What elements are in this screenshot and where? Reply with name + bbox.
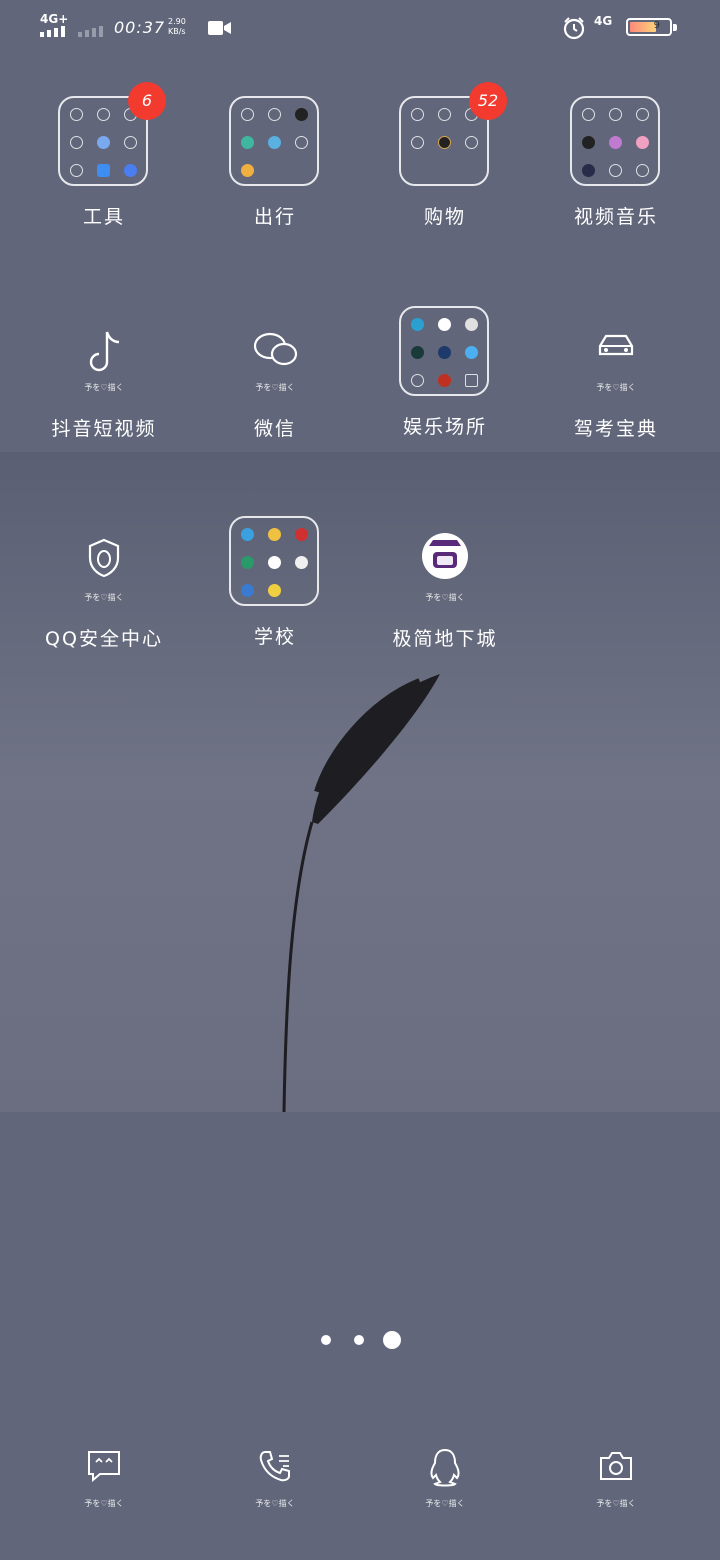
app-sub-label: 予を♡描く [425,593,465,602]
phone-icon [259,1451,290,1482]
video-recording-icon [208,21,231,35]
dock-camera[interactable]: 予を♡描く [531,1448,701,1518]
tiktok-note-icon [89,331,120,372]
notification-badge: 52 [469,82,507,120]
network-type-right: 4G [594,14,613,28]
folder-frame [399,306,489,396]
folder-frame: 52 [399,82,507,186]
alarm-icon [563,17,585,40]
folder-frame [229,96,319,186]
network-speed-unit: KB/s [168,27,186,36]
notification-badge: 6 [128,82,166,120]
folder-tools[interactable]: 6 工具 [19,82,189,256]
folder-shopping[interactable]: 52 购物 [360,82,530,256]
status-bar: 4G+ 00:37 2.90 KB/s 4G 9 [0,0,720,56]
page-dot-active[interactable] [383,1331,401,1349]
dock-sub-label: 予を♡描く [596,1499,636,1508]
dungeon-avatar-icon [422,533,468,579]
folder-frame [570,96,660,186]
battery-level: 9 [653,20,660,31]
dock-sub-label: 予を♡描く [255,1499,295,1508]
app-sub-label: 予を♡描く [596,383,636,392]
network-speed: 2.90 KB/s [168,17,186,37]
signal-strength-icon [40,26,65,37]
app-jiakao[interactable]: 予を♡描く 驾考宝典 [531,306,701,466]
folder-school[interactable]: 学校 [190,516,360,676]
app-douyin[interactable]: 予を♡描く 抖音短视频 [19,306,189,466]
folder-label: 学校 [253,626,296,648]
wechat-bubbles-icon [253,332,298,366]
app-sub-label: 予を♡描く [84,383,124,392]
app-label: 驾考宝典 [573,418,658,440]
folder-frame: 6 [58,82,166,186]
signal-strength-2-icon [78,26,103,37]
app-label: 微信 [253,418,296,440]
message-icon [88,1451,120,1483]
dock-phone[interactable]: 予を♡描く [190,1448,360,1518]
app-sub-label: 予を♡描く [84,593,124,602]
folder-video-music[interactable]: 视频音乐 [531,96,701,256]
folder-travel[interactable]: 出行 [190,96,360,256]
app-wechat[interactable]: 予を♡描く 微信 [190,306,360,466]
folder-label: 购物 [423,206,466,228]
folder-entertainment[interactable]: 娱乐场所 [360,306,530,466]
folder-label: 娱乐场所 [402,416,487,438]
dock-messages[interactable]: 予を♡描く [19,1448,189,1518]
page-indicator [0,1330,720,1350]
folder-label: 出行 [253,206,296,228]
app-label: 极简地下城 [392,628,498,650]
folder-frame [229,516,319,606]
status-time: 00:37 [114,18,166,37]
app-label: 抖音短视频 [51,418,157,440]
network-speed-value: 2.90 [168,17,186,26]
folder-label: 视频音乐 [573,206,658,228]
page-dot[interactable] [321,1335,331,1345]
app-label: QQ安全中心 [45,628,163,650]
dock-qq[interactable]: 予を♡描く [360,1448,530,1518]
app-sub-label: 予を♡描く [255,383,295,392]
dock-sub-label: 予を♡描く [84,1499,124,1508]
network-type-left: 4G+ [40,12,69,26]
battery-icon: 9 [626,18,677,36]
app-dungeon[interactable]: 予を♡描く 极简地下城 [360,516,530,676]
qq-penguin-icon [430,1448,460,1487]
car-icon [598,334,634,356]
page-dot[interactable] [354,1335,364,1345]
qq-shield-icon [88,538,120,578]
camera-icon [600,1452,632,1480]
folder-label: 工具 [82,206,125,228]
dock-sub-label: 予を♡描く [425,1499,465,1508]
app-qq-security[interactable]: 予を♡描く QQ安全中心 [19,516,189,676]
